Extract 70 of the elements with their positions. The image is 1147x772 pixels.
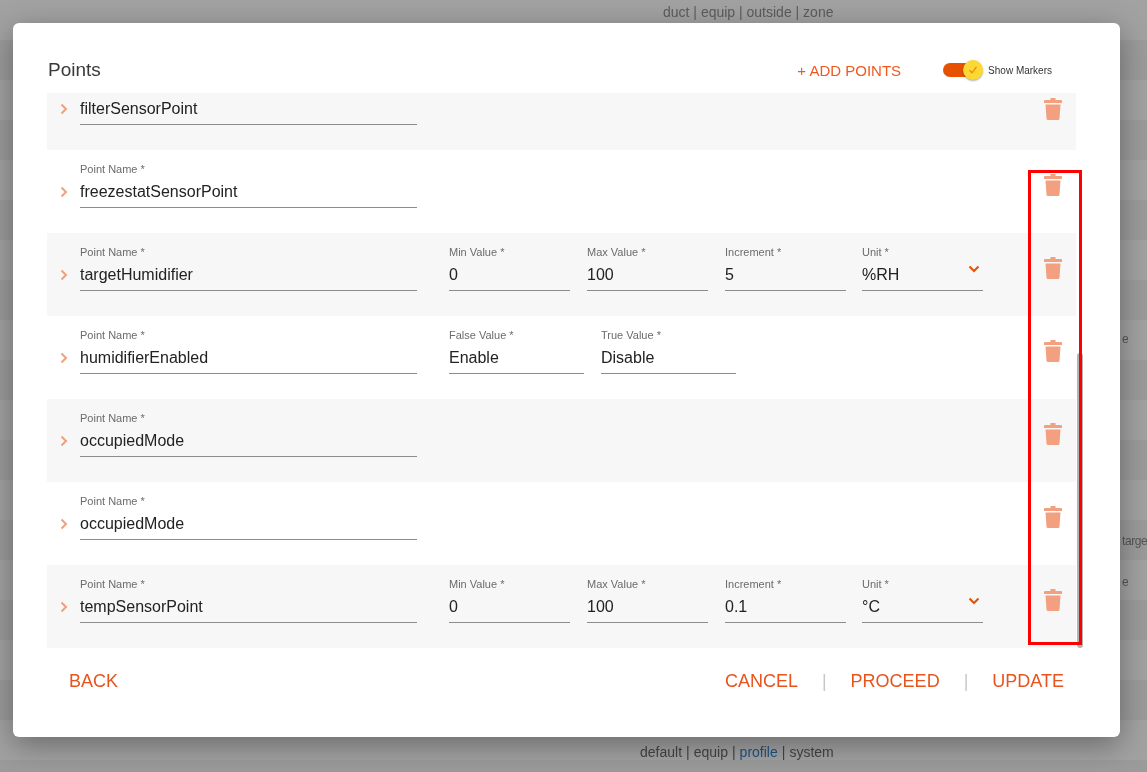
table-text: e: [1122, 574, 1129, 590]
expand-chevron-icon[interactable]: [59, 103, 68, 115]
field-label: False Value *: [449, 328, 515, 342]
text-input[interactable]: 0: [449, 259, 570, 291]
field-label: Unit *: [862, 245, 890, 259]
expand-chevron-icon[interactable]: [59, 352, 68, 364]
caret-icon: [968, 265, 980, 273]
tag-text: system: [789, 744, 834, 760]
table-text: targe: [1122, 533, 1147, 549]
expand-chevron-icon[interactable]: [59, 518, 68, 530]
tag-separator: |: [781, 744, 786, 760]
tag-separator: |: [731, 744, 736, 760]
trash-icon[interactable]: [1044, 589, 1062, 611]
text-input[interactable]: 100: [587, 259, 708, 291]
field-label: Max Value *: [587, 245, 647, 259]
field-label: Unit *: [862, 577, 890, 591]
tag-text: default: [640, 744, 683, 760]
expand-chevron-icon[interactable]: [59, 601, 68, 613]
text-input[interactable]: humidifierEnabled: [80, 342, 417, 374]
table-text: e: [1122, 331, 1129, 347]
caret-icon: [968, 597, 980, 605]
text-input[interactable]: occupiedMode: [80, 508, 417, 540]
field-label: Max Value *: [587, 577, 647, 591]
text-input[interactable]: 0: [449, 591, 570, 623]
expand-chevron-icon[interactable]: [59, 269, 68, 281]
text-input[interactable]: Enable: [449, 342, 584, 374]
trash-icon[interactable]: [1044, 340, 1062, 362]
action-button[interactable]: CANCEL: [724, 670, 798, 692]
unit-dropdown[interactable]: %RH: [862, 259, 983, 291]
expand-chevron-icon[interactable]: [59, 435, 68, 447]
toggle-switch[interactable]: [943, 60, 984, 80]
action-button[interactable]: UPDATE: [992, 670, 1064, 692]
text-input[interactable]: tempSensorPoint: [80, 591, 417, 623]
text-input[interactable]: Disable: [601, 342, 736, 374]
field-label: Point Name *: [80, 245, 146, 259]
field-label: Point Name *: [80, 411, 146, 425]
field-label: Point Name *: [80, 494, 146, 508]
field-label: Min Value *: [449, 577, 506, 591]
check-icon: [968, 65, 979, 75]
field-label: True Value *: [601, 328, 662, 342]
trash-icon[interactable]: [1044, 257, 1062, 279]
text-input[interactable]: freezestatSensorPoint: [80, 176, 417, 208]
expand-chevron-icon[interactable]: [59, 186, 68, 198]
trash-icon[interactable]: [1044, 506, 1062, 528]
field-label: Min Value *: [449, 245, 506, 259]
unit-dropdown[interactable]: °C: [862, 591, 983, 623]
field-label: Point Name *: [80, 577, 146, 591]
action-button[interactable]: PROCEED: [850, 670, 940, 692]
text-input[interactable]: 0.1: [725, 591, 846, 623]
tag-separator: |: [686, 744, 690, 760]
scrollbar-thumb[interactable]: [1077, 353, 1083, 648]
toggle-label: Show Markers: [988, 64, 1052, 76]
trash-icon[interactable]: [1044, 174, 1062, 196]
text-input[interactable]: targetHumidifier: [80, 259, 417, 291]
text-input[interactable]: 5: [725, 259, 846, 291]
text-input[interactable]: occupiedMode: [80, 425, 417, 457]
tag-list-text: duct | equip | outside | zone: [662, 3, 835, 20]
action-separator: |: [821, 670, 827, 692]
field-label: Increment *: [725, 577, 783, 591]
field-label: Point Name *: [80, 328, 146, 342]
text-input[interactable]: filterSensorPoint: [80, 93, 417, 125]
field-label: Point Name *: [80, 162, 146, 176]
action-separator: |: [963, 670, 969, 692]
trash-icon[interactable]: [1044, 98, 1062, 120]
back-button[interactable]: BACK: [69, 670, 119, 692]
field-label: Increment *: [725, 245, 783, 259]
dialog-title: Points: [48, 59, 101, 81]
tag-text: equip: [693, 744, 728, 760]
text-input[interactable]: 100: [587, 591, 708, 623]
trash-icon[interactable]: [1044, 423, 1062, 445]
